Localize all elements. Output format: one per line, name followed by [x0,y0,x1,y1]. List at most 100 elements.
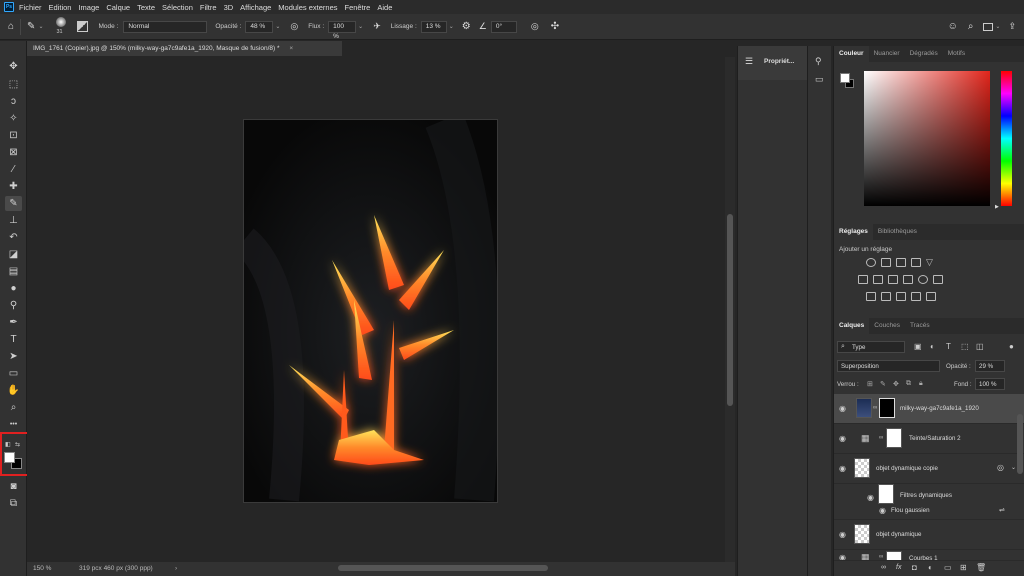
home-icon[interactable]: ⌂ [8,21,14,32]
brightness-contrast-icon[interactable] [866,258,876,267]
more-tools-icon[interactable]: ••• [5,417,22,432]
eye-icon[interactable]: ◉ [839,531,847,539]
properties-panel-button[interactable]: ☰ Propriét... [738,46,808,80]
menu-modules-externes[interactable]: Modules externes [278,3,337,12]
crop-tool-icon[interactable]: ⊡ [5,128,22,143]
trash-icon[interactable]: 🗑︎ [976,563,986,572]
menu-texte[interactable]: Texte [137,3,155,12]
layer-row-gaussian-blur[interactable]: ◉ Flou gaussien ⇌ [834,502,1024,520]
chevron-down-icon[interactable]: ⌄ [995,23,1000,30]
status-menu-arrow-icon[interactable]: › [175,562,177,576]
dodge-tool-icon[interactable]: ⚲ [5,298,22,313]
filter-shape-icon[interactable]: ⬚ [961,342,969,351]
brush-settings-icon[interactable]: ⚲ [815,56,822,67]
zoom-tool-icon[interactable]: ⌕ [5,400,22,415]
eye-icon[interactable]: ◉ [867,494,875,502]
hue-slider-marker-icon[interactable]: ▶ [995,204,999,210]
history-brush-tool-icon[interactable]: ↶ [5,230,22,245]
airbrush-icon[interactable]: ✈ [373,21,381,32]
layer-row-hue-saturation[interactable]: ◉ ▦ ∞ Teinte/Saturation 2 [834,424,1024,454]
menu-filtre[interactable]: Filtre [200,3,217,12]
lissage-field[interactable]: 13 % [420,20,447,33]
opacity-field[interactable]: 48 % [245,20,274,33]
layer-mask-thumbnail[interactable] [886,428,902,448]
close-icon[interactable]: × [289,45,293,52]
layer-row-milky-way[interactable]: ◉ ∞ milky-way-ga7c9afe1a_1920 [834,394,1024,424]
eraser-tool-icon[interactable]: ◪ [5,247,22,262]
filter-mask-thumbnail[interactable] [878,484,894,504]
healing-brush-tool-icon[interactable]: ✚ [5,179,22,194]
chevron-down-icon[interactable]: ⌄ [449,23,454,30]
chevron-down-icon[interactable]: ⌄ [38,23,43,30]
clone-stamp-tool-icon[interactable]: ⊥ [5,213,22,228]
menu-selection[interactable]: Sélection [162,3,193,12]
black-white-icon[interactable] [888,275,898,284]
pen-tool-icon[interactable]: ✒ [5,315,22,330]
rectangle-tool-icon[interactable]: ▭ [5,366,22,381]
layer-mask-thumbnail[interactable] [879,398,895,418]
eye-icon[interactable]: ◉ [879,507,887,515]
expand-arrow-icon[interactable]: ⌄ [1011,464,1016,471]
document-image[interactable] [243,119,498,503]
menu-edition[interactable]: Edition [49,3,72,12]
add-mask-icon[interactable]: ◘ [912,563,917,572]
menu-aide[interactable]: Aide [377,3,392,12]
filter-toggle-icon[interactable]: ● [1009,342,1014,351]
new-adjustment-layer-icon[interactable]: ◐ [928,563,933,572]
filter-blending-options-icon[interactable]: ⇌ [999,506,1005,514]
eyedropper-tool-icon[interactable]: ⁄ [5,162,22,177]
type-tool-icon[interactable]: T [5,332,22,347]
brush-settings-icon[interactable] [77,21,89,32]
filter-adjustment-icon[interactable]: ◐ [930,342,935,351]
chevron-down-icon[interactable]: ⌄ [275,23,280,30]
pressure-opacity-icon[interactable]: ◎ [290,21,298,32]
color-lookup-icon[interactable] [933,275,943,284]
horizontal-scrollbar-thumb[interactable] [338,565,548,571]
tab-couches[interactable]: Couches [869,318,905,334]
lock-transparent-icon[interactable]: ⊞ [867,380,873,388]
blend-mode-dropdown[interactable]: Superposition [837,360,940,372]
gradient-map-icon[interactable] [926,292,936,301]
menu-image[interactable]: Image [78,3,99,12]
menu-fichier[interactable]: Fichier [19,3,42,12]
levels-icon[interactable] [881,258,891,267]
channel-mixer-icon[interactable] [918,275,928,284]
new-layer-icon[interactable]: ⊞ [960,563,967,572]
mode-dropdown[interactable]: Normal [123,20,208,33]
layer-opacity-field[interactable]: 29 % [975,360,1005,372]
frame-tool-icon[interactable]: ⊠ [5,145,22,160]
pressure-size-icon[interactable]: ◎ [531,21,539,32]
symmetry-butterfly-icon[interactable]: ✣ [551,21,559,32]
curves-icon[interactable] [896,258,906,267]
share-person-icon[interactable]: ☺ [948,21,958,32]
search-icon[interactable]: ⌕ [968,21,974,32]
menu-affichage[interactable]: Affichage [240,3,271,12]
zoom-level[interactable]: 150 % [33,562,51,576]
brush-preset-picker[interactable]: 31 [53,16,69,38]
menu-3d[interactable]: 3D [224,3,234,12]
tab-degrades[interactable]: Dégradés [905,46,943,62]
layers-scrollbar-thumb[interactable] [1017,414,1023,474]
eye-icon[interactable]: ◉ [839,405,847,413]
vertical-scrollbar-thumb[interactable] [727,214,733,406]
eye-icon[interactable]: ◉ [839,435,847,443]
quick-mask-icon[interactable]: ◙ [5,479,22,494]
color-balance-icon[interactable] [873,275,883,284]
share-icon[interactable]: ⇪ [1008,21,1016,32]
quick-selection-tool-icon[interactable]: ✧ [5,111,22,126]
lock-all-icon[interactable]: 🔒︎ [919,380,923,388]
filter-smart-object-icon[interactable]: ◫ [976,342,984,351]
lock-position-icon[interactable]: ✥ [893,380,899,388]
link-icon[interactable]: ∞ [879,435,883,441]
color-field[interactable] [864,71,990,206]
menu-calque[interactable]: Calque [106,3,130,12]
layer-row-smart-object[interactable]: ◉ objet dynamique [834,520,1024,550]
lasso-tool-icon[interactable]: ↄ [5,94,22,109]
flux-field[interactable]: 100 % [328,20,357,40]
filter-pixel-icon[interactable]: ▣ [914,342,922,351]
lock-artboard-icon[interactable]: ⧉ [906,380,911,388]
tab-traces[interactable]: Tracés [905,318,935,334]
tab-bibliotheques[interactable]: Bibliothèques [873,224,922,240]
screen-mode-icon[interactable]: ⧉ [5,496,22,511]
path-selection-tool-icon[interactable]: ➤ [5,349,22,364]
